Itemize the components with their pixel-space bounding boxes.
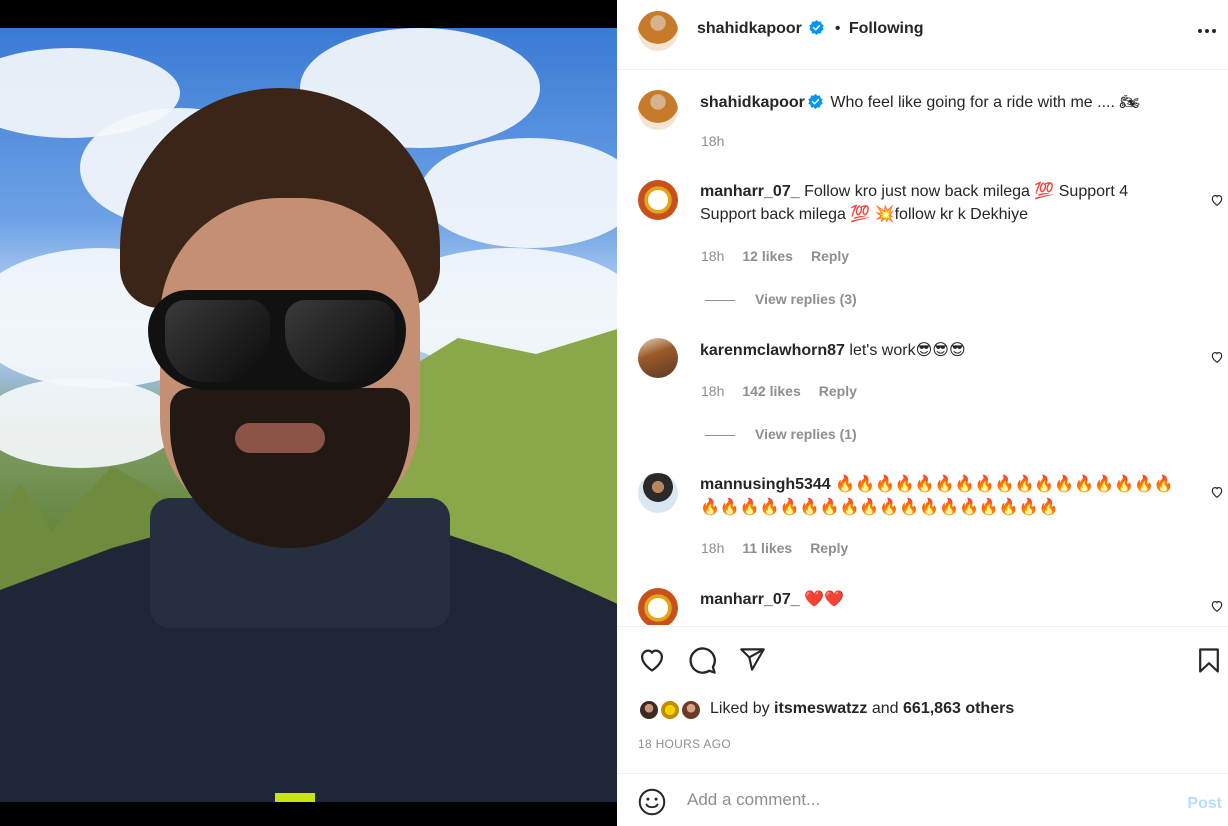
- post-photo: [0, 28, 617, 802]
- following-button[interactable]: Following: [849, 20, 924, 37]
- author-username[interactable]: shahidkapoor: [697, 20, 802, 37]
- comment-text: let's work😎😎😎: [849, 342, 966, 359]
- view-replies-button[interactable]: View replies (3): [705, 291, 857, 307]
- reply-button[interactable]: Reply: [819, 383, 857, 399]
- reply-button[interactable]: Reply: [810, 540, 848, 556]
- comment-avatar[interactable]: [638, 180, 678, 220]
- comment-like-heart-icon[interactable]: [1210, 193, 1224, 207]
- add-comment-input[interactable]: [687, 790, 1137, 810]
- likes-summary: Liked by itsmeswatzz and 661,863 others: [710, 700, 1014, 718]
- post-actions: Liked by itsmeswatzz and 661,863 others …: [617, 626, 1228, 826]
- comment: karenmclawhorn87 let's work😎😎😎: [700, 339, 1180, 362]
- view-replies-label: View replies (1): [755, 426, 857, 442]
- post-timestamp[interactable]: 18 HOURS AGO: [638, 737, 731, 751]
- liker-avatar[interactable]: [659, 699, 681, 721]
- comment-text: ❤️❤️: [804, 591, 844, 608]
- comment-icon[interactable]: [688, 646, 717, 675]
- comment: manharr_07_ ❤️❤️: [700, 588, 1180, 611]
- comment-clip: manharr_07_ ❤️❤️: [617, 580, 1228, 625]
- comment-time: 18h: [701, 383, 725, 399]
- comment-likes[interactable]: 142 likes: [742, 383, 800, 399]
- comment-avatar[interactable]: [638, 588, 678, 625]
- header-separator: •: [834, 20, 841, 37]
- post-comment-button[interactable]: Post: [1187, 795, 1222, 813]
- caption: shahidkapoor Who feel like going for a r…: [700, 91, 1200, 114]
- comment-meta: 18h 142 likes Reply: [701, 383, 857, 399]
- liker-username[interactable]: itsmeswatzz: [774, 700, 867, 717]
- comment-like-heart-icon[interactable]: [1210, 599, 1224, 613]
- post-details-panel: shahidkapoor • Following shahidkapoor Wh…: [617, 0, 1228, 826]
- view-replies-label: View replies (3): [755, 291, 857, 307]
- liker-avatar[interactable]: [680, 699, 702, 721]
- caption-username[interactable]: shahidkapoor: [700, 94, 805, 111]
- verified-badge-icon: [809, 20, 825, 35]
- author-avatar[interactable]: [638, 11, 678, 51]
- add-comment-row: [617, 773, 1228, 826]
- comment-username[interactable]: karenmclawhorn87: [700, 342, 845, 359]
- comment: mannusingh5344 🔥🔥🔥🔥🔥🔥🔥🔥🔥🔥🔥🔥🔥🔥🔥🔥🔥🔥🔥🔥🔥🔥🔥🔥🔥…: [700, 473, 1190, 519]
- post-header: shahidkapoor • Following: [617, 0, 1228, 70]
- comment-like-heart-icon[interactable]: [1210, 485, 1224, 499]
- comment-username[interactable]: manharr_07_: [700, 183, 800, 200]
- share-icon[interactable]: [738, 646, 767, 673]
- comment-like-heart-icon[interactable]: [1210, 350, 1224, 364]
- liker-avatar[interactable]: [638, 699, 660, 721]
- comment-avatar[interactable]: [638, 338, 678, 378]
- reply-button[interactable]: Reply: [811, 248, 849, 264]
- post-media[interactable]: [0, 0, 617, 826]
- author-line: shahidkapoor • Following: [697, 20, 924, 38]
- comment-time: 18h: [701, 248, 725, 264]
- likes-prefix: Liked by: [710, 700, 770, 717]
- comment-meta: 18h 12 likes Reply: [701, 248, 849, 264]
- view-replies-button[interactable]: View replies (1): [705, 426, 857, 442]
- more-options-icon[interactable]: [1197, 28, 1217, 34]
- caption-avatar[interactable]: [638, 90, 678, 130]
- comment-avatar[interactable]: [638, 473, 678, 513]
- comment-username[interactable]: manharr_07_: [700, 591, 800, 608]
- likes-others-count[interactable]: 661,863 others: [903, 700, 1014, 717]
- emoji-icon[interactable]: [638, 788, 666, 816]
- comment-time: 18h: [701, 540, 725, 556]
- comment-likes[interactable]: 12 likes: [742, 248, 793, 264]
- comment-username[interactable]: mannusingh5344: [700, 476, 831, 493]
- comment-likes[interactable]: 11 likes: [742, 540, 792, 556]
- bookmark-icon[interactable]: [1198, 647, 1220, 674]
- caption-text: Who feel like going for a ride with me .…: [830, 94, 1140, 111]
- caption-time: 18h: [701, 133, 725, 149]
- heart-icon[interactable]: [637, 646, 667, 674]
- likes-and: and: [871, 700, 899, 717]
- comment: manharr_07_ Follow kro just now back mil…: [700, 180, 1180, 226]
- verified-badge-icon: [808, 94, 823, 109]
- comment-meta: 18h 11 likes Reply: [701, 540, 848, 556]
